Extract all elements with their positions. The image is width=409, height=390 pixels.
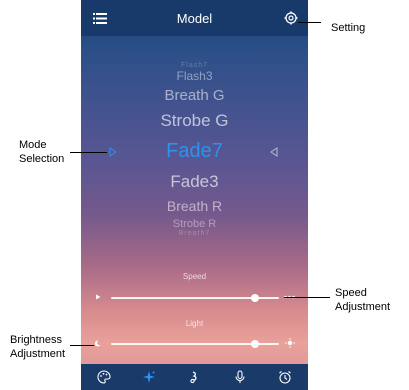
mode-selection-callout-line — [70, 152, 107, 153]
speed-label: Speed — [182, 272, 207, 281]
alarm-icon — [279, 371, 292, 384]
brightness-adjustment-annotation-line2: Adjustment — [10, 348, 66, 360]
tab-timer[interactable] — [275, 367, 295, 387]
play-icon — [96, 294, 101, 300]
palette-icon — [97, 370, 111, 384]
mode-selection-annotation-line2: Selection — [19, 153, 65, 165]
light-label: Light — [185, 319, 204, 328]
menu-icon[interactable] — [93, 13, 107, 24]
mode-item[interactable]: Strobe R — [81, 218, 308, 230]
selection-arrow-left-icon — [270, 147, 278, 157]
mode-item[interactable]: Flash7 — [81, 62, 308, 69]
brightness-callout-line — [70, 345, 94, 346]
speed-adjustment-annotation-line2: Adjustment — [335, 301, 391, 313]
mode-item[interactable]: Flash3 — [81, 69, 308, 83]
top-bar: Model — [81, 0, 308, 36]
mode-item[interactable]: Strobe G — [81, 111, 308, 131]
speed-callout-line — [284, 297, 330, 298]
moon-icon — [94, 340, 101, 347]
setting-callout-line — [298, 22, 321, 23]
selection-arrow-right-icon — [109, 147, 117, 157]
page-title: Model — [176, 10, 213, 26]
brightness-slider-thumb[interactable] — [251, 340, 260, 348]
tab-music[interactable] — [184, 367, 204, 387]
tab-mic[interactable] — [230, 367, 250, 387]
speed-slider-thumb[interactable] — [251, 294, 260, 302]
setting-annotation: Setting — [331, 22, 366, 34]
mode-item[interactable]: Fade3 — [81, 172, 308, 192]
music-icon — [190, 371, 197, 384]
sun-icon — [285, 338, 295, 348]
mode-item[interactable]: Breath R — [81, 198, 308, 214]
tab-modes[interactable] — [139, 367, 159, 387]
speed-adjustment-annotation-line1: Speed — [335, 287, 367, 299]
gear-icon[interactable] — [284, 11, 298, 25]
tab-color[interactable] — [94, 367, 114, 387]
mode-item[interactable]: Breath G — [81, 87, 308, 104]
brightness-adjustment-annotation-line1: Brightness — [10, 334, 62, 346]
sparkle-icon — [143, 371, 156, 383]
mode-item[interactable]: Breath7 — [81, 230, 308, 237]
mode-selection-annotation-line1: Mode — [19, 139, 47, 151]
bottom-tab-bar — [81, 364, 308, 390]
mic-icon — [235, 370, 245, 383]
phone-screen: Model Flash7 Flash3 Breath G Strobe G Fa… — [81, 0, 308, 390]
